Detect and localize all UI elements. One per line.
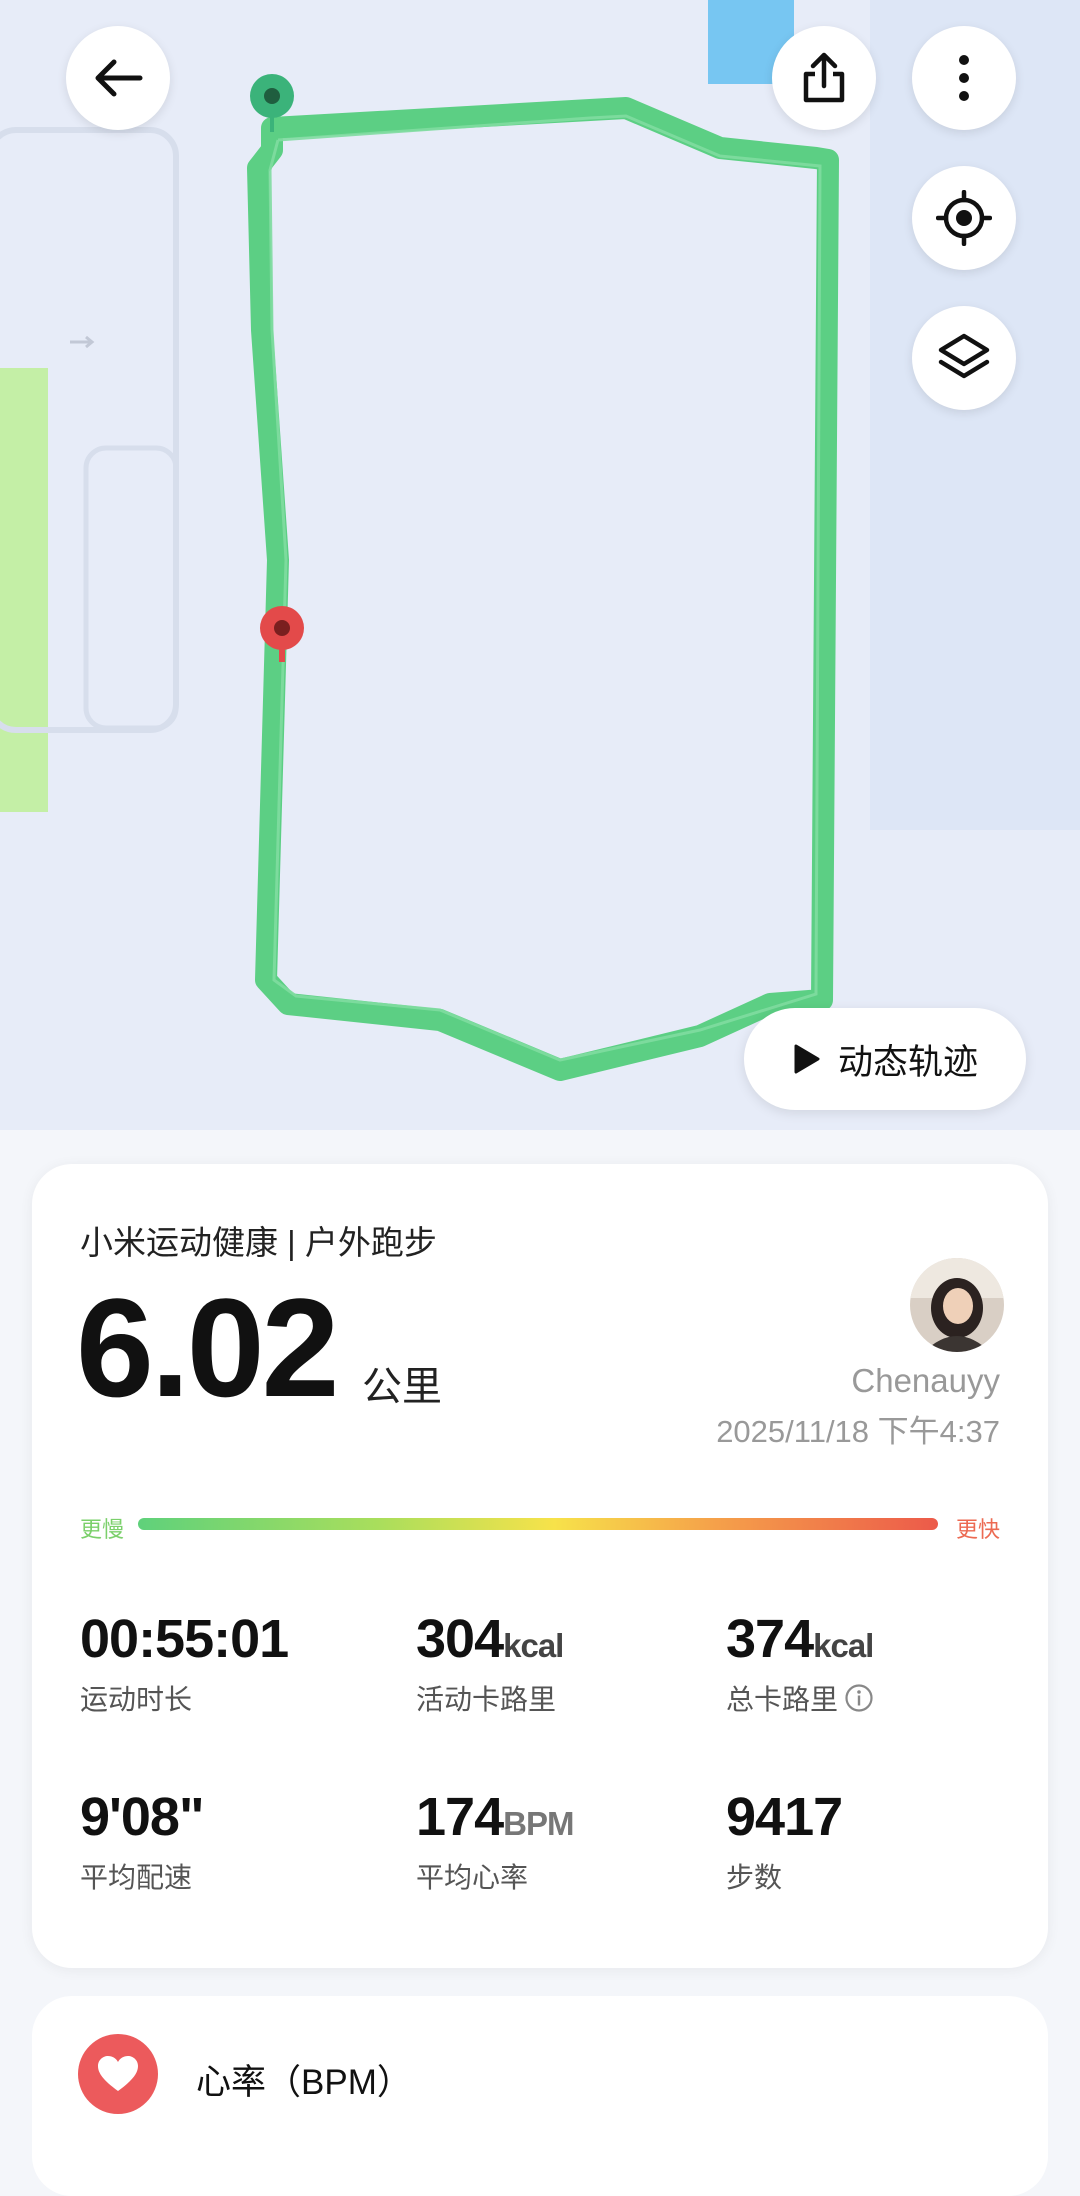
map-park <box>0 368 48 812</box>
route-map[interactable]: 动态轨迹 <box>0 0 1080 1130</box>
stat-steps-label: 步数 <box>726 1862 783 1893</box>
stat-duration-value: 00:55:01 <box>80 1609 289 1669</box>
stat-active-calories-value: 304 <box>416 1609 504 1669</box>
map-road-arrow <box>70 335 95 349</box>
layers-button[interactable] <box>912 306 1016 410</box>
stat-steps-value: 9417 <box>726 1787 843 1847</box>
stat-active-calories: 304kcal 活动卡路里 <box>416 1609 564 1718</box>
back-button[interactable] <box>66 26 170 130</box>
stat-avg-pace-value: 9'08" <box>80 1787 205 1847</box>
map-road-outline-2 <box>83 445 179 731</box>
workout-summary-card: 小米运动健康 | 户外跑步 6.02 公里 Chenauyy 2025/11/1… <box>32 1164 1048 1968</box>
stat-duration: 00:55:01 运动时长 <box>80 1609 289 1718</box>
info-icon[interactable] <box>844 1683 874 1713</box>
distance-unit: 公里 <box>362 1365 442 1409</box>
stat-avg-heart-rate-label: 平均心率 <box>416 1862 529 1893</box>
stat-avg-heart-rate-unit: BPM <box>503 1805 574 1842</box>
heart-rate-title: 心率（BPM） <box>196 2063 412 2102</box>
stat-avg-heart-rate-value: 174 <box>416 1787 504 1847</box>
arrow-left-icon <box>95 59 143 97</box>
running-track-inner <box>268 114 822 1062</box>
pace-gradient-bar <box>138 1518 938 1530</box>
stat-avg-heart-rate: 174BPM 平均心率 <box>416 1787 574 1896</box>
layers-icon <box>938 333 990 379</box>
stat-steps: 9417 步数 <box>726 1787 843 1896</box>
username: Chenauyy <box>851 1362 1000 1399</box>
replay-track-label: 动态轨迹 <box>837 1042 978 1082</box>
stat-active-calories-label: 活动卡路里 <box>416 1684 557 1715</box>
workout-datetime: 2025/11/18 下午4:37 <box>716 1414 1000 1449</box>
stat-total-calories-unit: kcal <box>813 1627 874 1664</box>
distance-value: 6.02 <box>76 1269 339 1426</box>
locate-button[interactable] <box>912 166 1016 270</box>
avatar[interactable] <box>910 1258 1004 1352</box>
heart-icon <box>98 2056 138 2091</box>
play-icon <box>794 1044 820 1074</box>
map-canvas <box>0 0 1080 1081</box>
pace-fast-label: 更快 <box>955 1517 1000 1542</box>
stat-total-calories-label: 总卡路里 <box>726 1684 839 1715</box>
stat-total-calories-value: 374 <box>726 1609 814 1669</box>
pace-slow-label: 更慢 <box>80 1517 125 1542</box>
running-track <box>247 97 839 1081</box>
stat-active-calories-unit: kcal <box>503 1627 564 1664</box>
locate-icon <box>936 190 992 246</box>
heart-rate-badge <box>78 2034 158 2114</box>
replay-track-button[interactable]: 动态轨迹 <box>744 1008 1026 1110</box>
share-icon <box>803 52 845 103</box>
heart-rate-section[interactable]: 心率（BPM） <box>32 1996 1048 2196</box>
stat-avg-pace: 9'08" 平均配速 <box>80 1787 205 1896</box>
share-button[interactable] <box>772 26 876 130</box>
more-button[interactable] <box>912 26 1016 130</box>
stat-avg-pace-label: 平均配速 <box>80 1862 193 1893</box>
stat-duration-label: 运动时长 <box>80 1684 193 1715</box>
more-vertical-icon <box>959 55 969 101</box>
stat-total-calories: 374kcal 总卡路里 <box>726 1612 874 1718</box>
app-title: 小米运动健康 | 户外跑步 <box>80 1224 437 1261</box>
